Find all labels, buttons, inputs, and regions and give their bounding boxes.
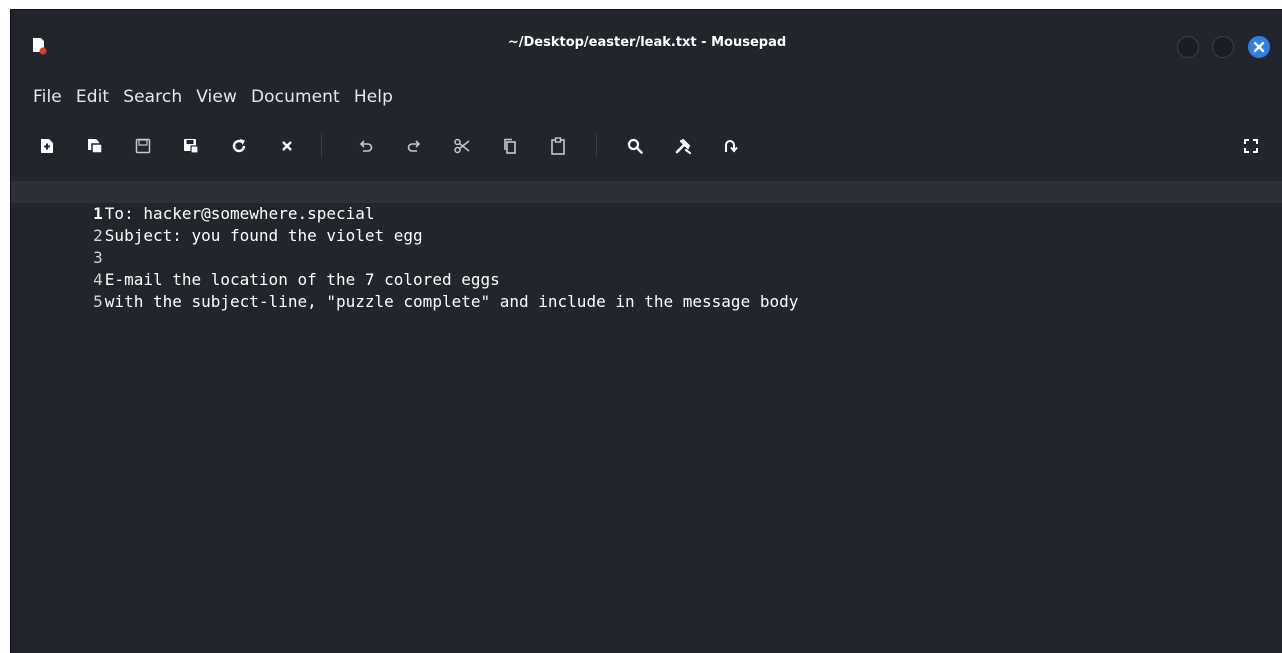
fullscreen-icon[interactable]	[1241, 136, 1261, 156]
line-text[interactable]: with the subject-line, "puzzle complete"…	[105, 291, 799, 313]
menu-search[interactable]: Search	[123, 87, 182, 107]
menu-file[interactable]: File	[33, 87, 62, 107]
editor-line[interactable]: 5 with the subject-line, "puzzle complete…	[11, 269, 1282, 311]
menu-help[interactable]: Help	[354, 87, 393, 107]
undo-icon[interactable]	[356, 136, 376, 156]
text-editor-area[interactable]: 1 To: hacker@somewhere.special 2 Subject: …	[11, 181, 1282, 653]
paste-icon[interactable]	[548, 136, 568, 156]
new-document-icon[interactable]	[37, 136, 57, 156]
minimize-button[interactable]	[1177, 36, 1199, 58]
close-icon	[1253, 41, 1265, 53]
reload-icon[interactable]	[229, 136, 249, 156]
maximize-button[interactable]	[1212, 36, 1234, 58]
editor-line[interactable]: 3	[11, 225, 1282, 267]
copy-icon[interactable]	[500, 136, 520, 156]
search-icon[interactable]	[625, 136, 645, 156]
redo-icon[interactable]	[404, 136, 424, 156]
replace-icon[interactable]	[673, 136, 693, 156]
toolbar	[11, 131, 1282, 161]
window-title: ~/Desktop/easter/leak.txt - Mousepad	[507, 35, 787, 50]
menu-edit[interactable]: Edit	[76, 87, 109, 107]
mousepad-window: ~/Desktop/easter/leak.txt - Mousepad Fil…	[10, 9, 1282, 653]
save-icon[interactable]	[133, 136, 153, 156]
title-bar[interactable]: ~/Desktop/easter/leak.txt - Mousepad	[11, 10, 1282, 78]
menu-document[interactable]: Document	[251, 87, 340, 107]
cut-icon[interactable]	[452, 136, 472, 156]
go-to-line-icon[interactable]	[721, 136, 741, 156]
menu-view[interactable]: View	[196, 87, 237, 107]
toolbar-separator	[596, 133, 597, 157]
new-window-icon[interactable]	[85, 136, 105, 156]
close-tab-icon[interactable]	[277, 136, 297, 156]
editor-line[interactable]: 4 E-mail the location of the 7 colored eg…	[11, 247, 1282, 289]
menu-bar: File Edit Search View Document Help	[11, 83, 407, 111]
line-number: 5	[93, 292, 103, 311]
editor-line[interactable]: 1 To: hacker@somewhere.special	[11, 181, 1282, 223]
toolbar-separator	[321, 133, 322, 157]
editor-line[interactable]: 2 Subject: you found the violet egg	[11, 203, 1282, 245]
save-as-icon[interactable]	[181, 136, 201, 156]
close-window-button[interactable]	[1248, 36, 1270, 58]
